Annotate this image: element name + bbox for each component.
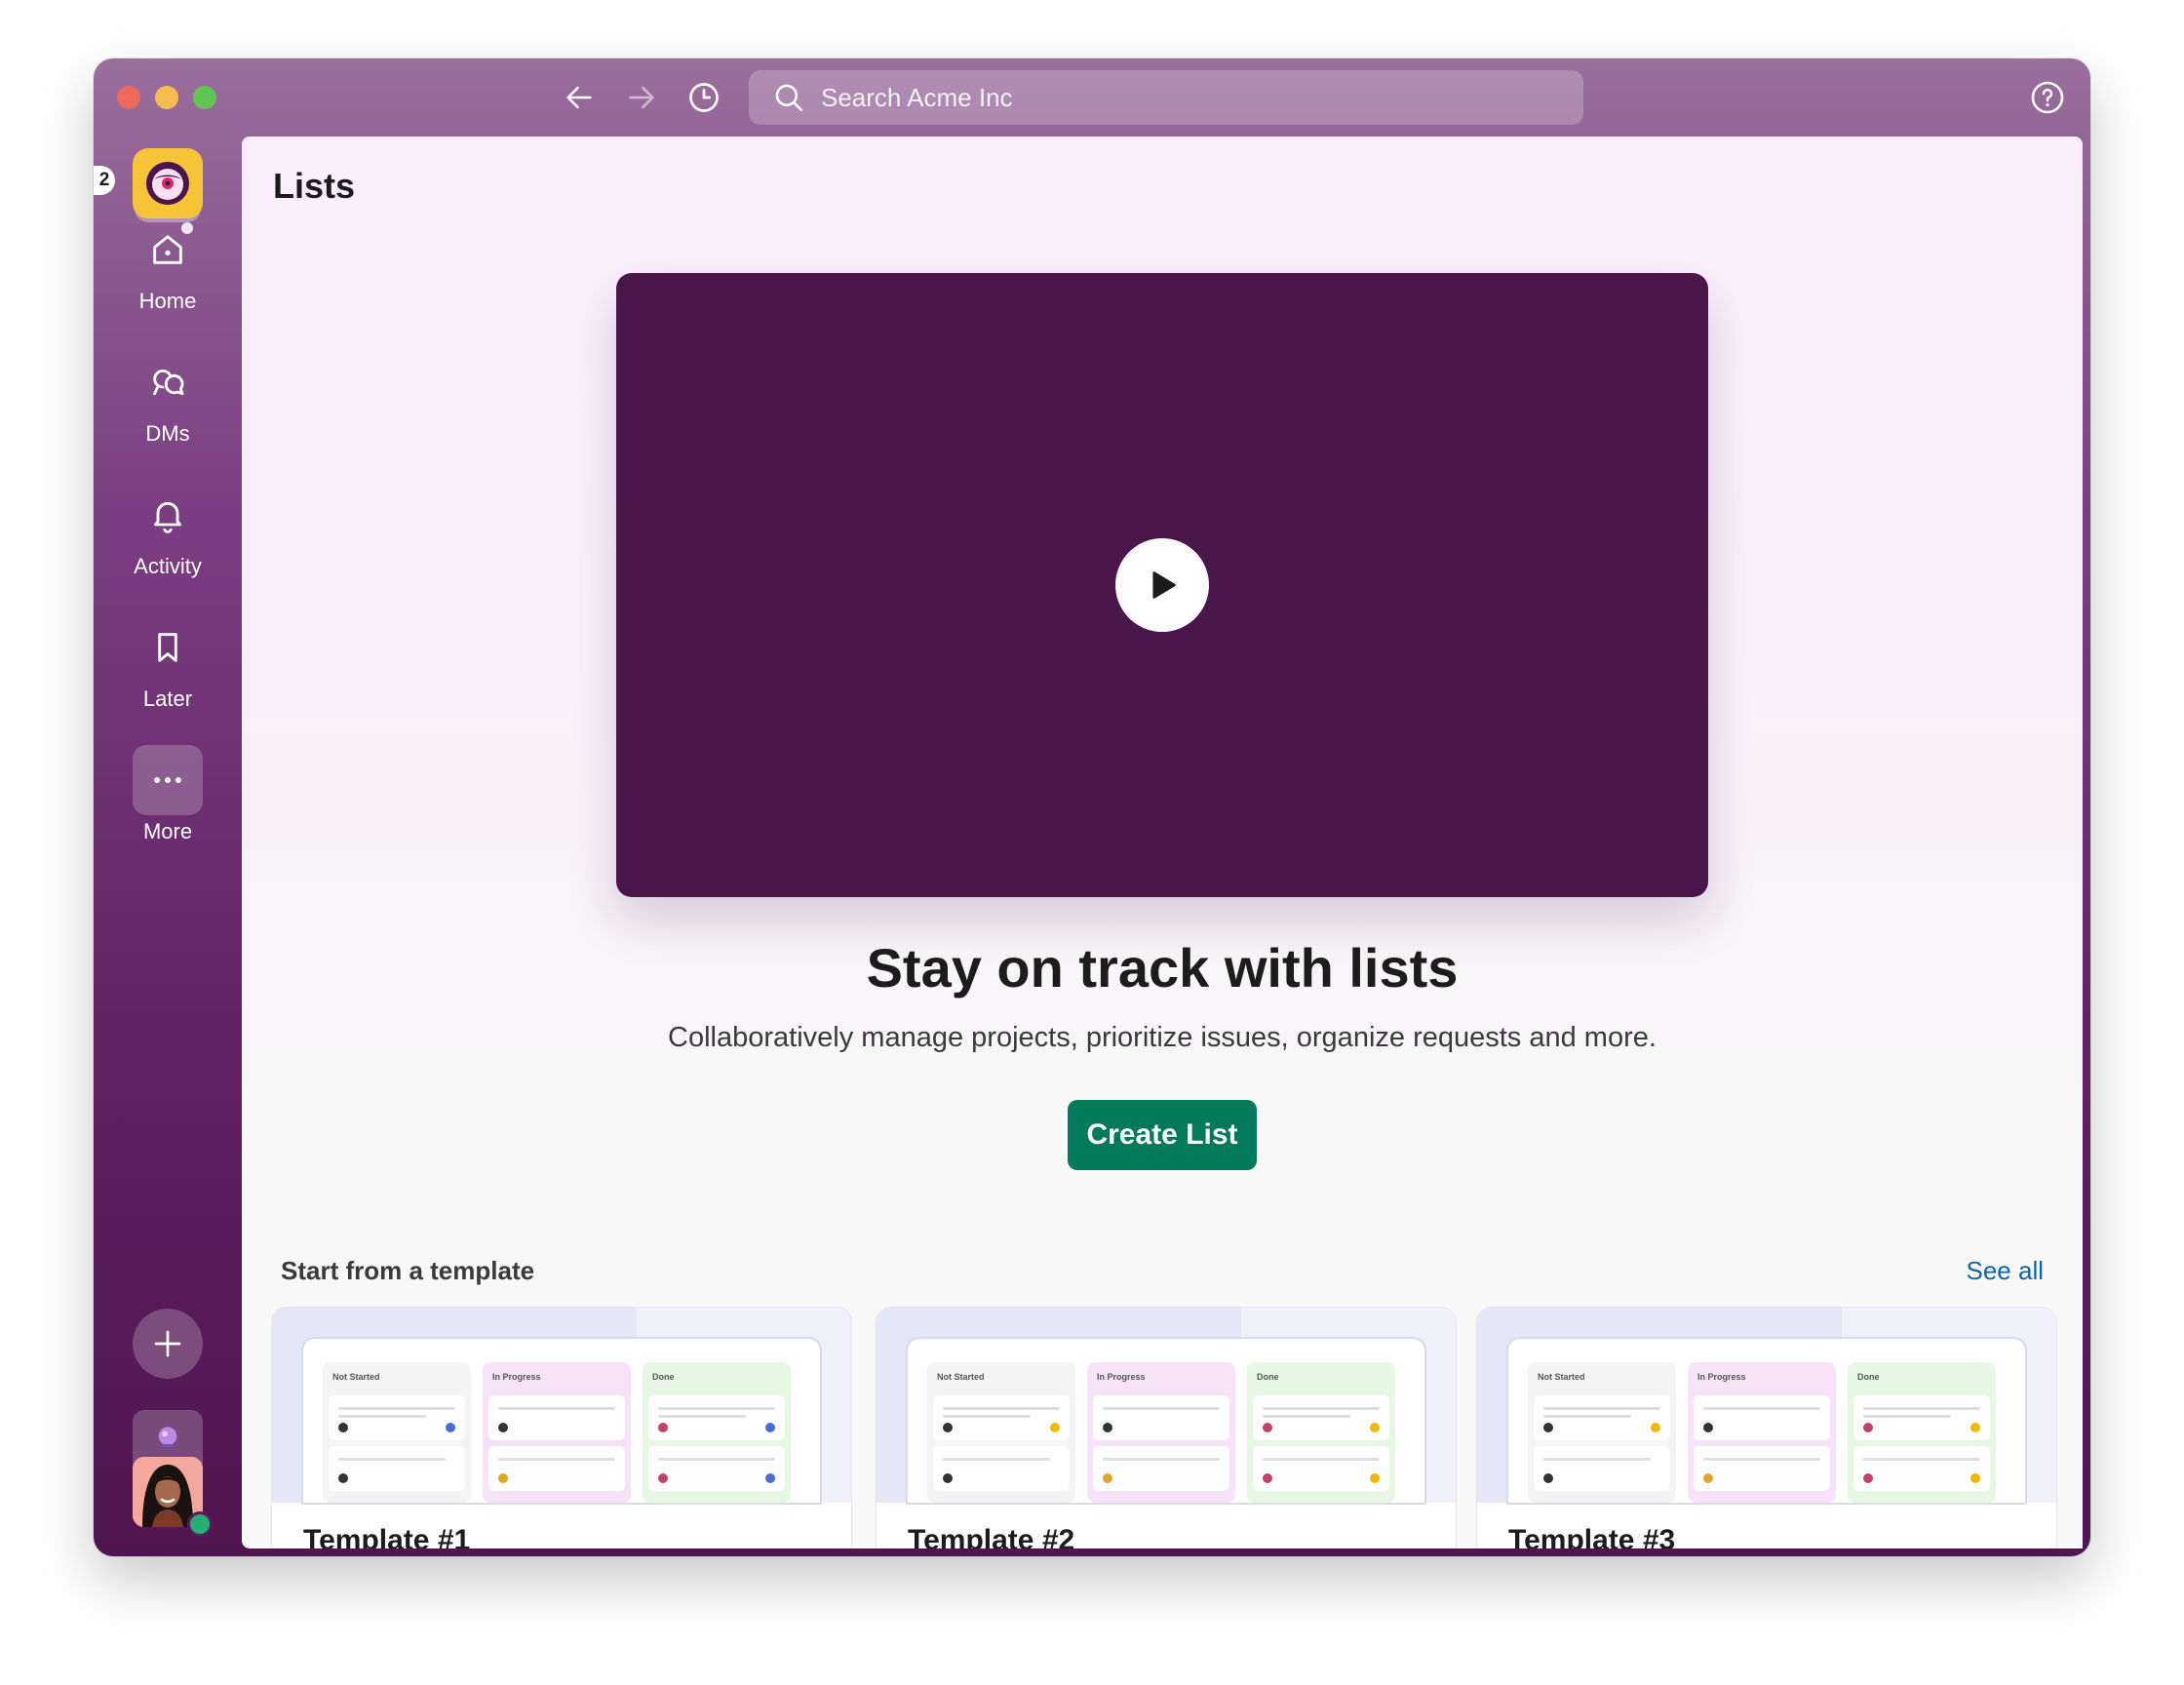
column-title: Done (1857, 1372, 1880, 1382)
arrow-right-icon (629, 86, 654, 109)
plus-icon (154, 1330, 181, 1357)
create-list-button[interactable]: Create List (1068, 1100, 1257, 1170)
home-icon (153, 235, 182, 264)
sidebar-item-label: Activity (134, 554, 202, 578)
home-icon-wrap (133, 215, 203, 285)
column-title: In Progress (1097, 1372, 1146, 1382)
clock-icon (689, 83, 719, 112)
column-title: Not Started (937, 1372, 985, 1382)
search-placeholder: Search Acme Inc (821, 82, 1013, 112)
sidebar-item-more[interactable]: More (94, 745, 242, 844)
bell-icon-wrap (133, 480, 203, 550)
more-icon (154, 777, 181, 783)
template-name: Template #3 (1508, 1524, 1676, 1548)
column-title: Done (652, 1372, 675, 1382)
workspace-logo-icon (146, 162, 189, 205)
search-bar[interactable]: Search Acme Inc (749, 70, 1583, 125)
main-content: Lists Stay on track with lists Collabora… (242, 137, 2083, 1548)
column-title: Not Started (332, 1372, 380, 1382)
play-button[interactable] (1115, 538, 1209, 632)
search-icon (772, 81, 805, 114)
history-button[interactable] (684, 78, 723, 117)
empty-state-description: Collaboratively manage projects, priorit… (668, 1022, 1657, 1053)
forward-button[interactable] (622, 78, 661, 117)
template-card[interactable]: Not Started In Progress Done (1476, 1307, 2057, 1548)
template-name: Template #2 (908, 1524, 1075, 1548)
column-title: In Progress (1697, 1372, 1746, 1382)
help-icon (2031, 81, 2064, 114)
column-title: Not Started (1538, 1372, 1585, 1382)
template-thumbnail: Not Started In Progress Done (1477, 1308, 2056, 1503)
sidebar-item-activity[interactable]: Activity (94, 480, 242, 579)
minimize-window-button[interactable] (155, 86, 178, 109)
sidebar-item-label: DMs (145, 421, 190, 446)
presence-indicator (187, 1511, 213, 1537)
sidebar-item-later[interactable]: Later (94, 612, 242, 712)
arrow-left-icon (566, 86, 592, 109)
user-profile[interactable] (133, 1410, 213, 1537)
close-window-button[interactable] (117, 86, 140, 109)
help-button[interactable] (2028, 78, 2067, 117)
workspace-unread-badge: 2 (94, 166, 115, 195)
intro-video[interactable] (616, 273, 1708, 897)
template-card[interactable]: Not Started In Progress Done (876, 1307, 1457, 1548)
template-thumbnail: Not Started In Progress Done (272, 1308, 851, 1503)
dms-icon-wrap (133, 347, 203, 417)
home-notification-dot (181, 222, 193, 234)
maximize-window-button[interactable] (193, 86, 216, 109)
sidebar-item-dms[interactable]: DMs (94, 347, 242, 447)
template-name: Template #1 (303, 1524, 471, 1548)
template-thumbnail: Not Started In Progress Done (877, 1308, 1456, 1503)
sidebar-rail: 2 Home DMs Activity Later More (94, 137, 242, 1556)
add-button[interactable] (133, 1309, 203, 1379)
sidebar-item-label: More (142, 819, 193, 843)
bookmark-icon (158, 633, 177, 662)
play-icon (1152, 571, 1176, 599)
more-icon-wrap (133, 745, 203, 815)
column-title: In Progress (492, 1372, 541, 1382)
column-title: Done (1257, 1372, 1279, 1382)
app-window: Search Acme Inc 2 Home DMs Activity Late… (94, 59, 2090, 1556)
see-all-link[interactable]: See all (1967, 1256, 2045, 1286)
bookmark-icon-wrap (133, 612, 203, 683)
empty-state-headline: Stay on track with lists (866, 937, 1459, 999)
workspace-switcher[interactable] (133, 148, 203, 218)
dms-icon (153, 369, 184, 396)
sidebar-item-label: Later (142, 686, 193, 711)
page-title: Lists (273, 166, 356, 206)
back-button[interactable] (560, 78, 599, 117)
bell-icon (154, 501, 181, 533)
template-card[interactable]: Not Started In Progress Done (271, 1307, 852, 1548)
sidebar-item-home[interactable]: Home (94, 215, 242, 314)
sidebar-item-label: Home (138, 289, 197, 313)
templates-heading: Start from a template (281, 1256, 535, 1285)
